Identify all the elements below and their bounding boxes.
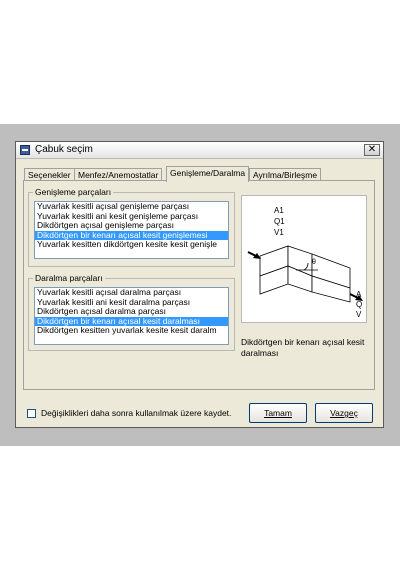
close-button[interactable]: ✕ [364, 144, 380, 156]
tab-panel: Genişleme parçaları Yuvarlak kesitli açı… [23, 180, 375, 390]
expansion-legend: Genişleme parçaları [35, 187, 112, 197]
list-item[interactable]: Dikdörtgen kesitten yuvarlak kesite kesi… [35, 325, 228, 336]
close-icon: ✕ [367, 144, 377, 155]
title-bar[interactable]: Çabuk seçim ✕ [16, 142, 383, 159]
cancel-button-label: Vazgeç [330, 408, 358, 418]
expansion-list[interactable]: Yuvarlak kesitli açısal genişleme parças… [34, 201, 229, 259]
duct-shape [259, 245, 351, 303]
ok-button[interactable]: Tamam [249, 403, 307, 423]
outlet-flow-label: Q [356, 300, 362, 309]
outlet-area-label: A [356, 290, 362, 299]
save-settings-label[interactable]: Değişiklikleri daha sonra kullanılmak üz… [41, 408, 231, 418]
window-title: Çabuk seçim [35, 144, 93, 155]
preview-caption: Dikdörtgen bir kenarı açısal kesit daral… [241, 337, 365, 358]
inlet-arrow-icon [247, 251, 261, 259]
quick-select-dialog: Çabuk seçim ✕ Seçenekler Menfez/Anemosta… [15, 141, 384, 428]
tab-expansion-contraction[interactable]: Genişleme/Daralma [166, 166, 250, 182]
inlet-flow-label: Q1 [274, 217, 285, 226]
save-settings-checkbox[interactable] [27, 409, 36, 418]
duct-preview: A1 Q1 V1 θ A Q V [241, 195, 367, 323]
outlet-velocity-label: V [356, 310, 362, 319]
duct-diagram: A1 Q1 V1 θ A Q V [247, 206, 363, 319]
contraction-list[interactable]: Yuvarlak kesitli açısal daralma parçası … [34, 287, 229, 345]
app-window-icon [20, 145, 30, 155]
ok-button-label: Tamam [264, 408, 292, 418]
inlet-area-label: A1 [274, 206, 284, 215]
contraction-legend: Daralma parçaları [35, 273, 103, 283]
cancel-button[interactable]: Vazgeç [315, 403, 373, 423]
list-item[interactable]: Yuvarlak kesitten dikdörtgen kesite kesi… [35, 239, 228, 250]
inlet-velocity-label: V1 [274, 228, 284, 237]
angle-label: θ [312, 259, 316, 266]
